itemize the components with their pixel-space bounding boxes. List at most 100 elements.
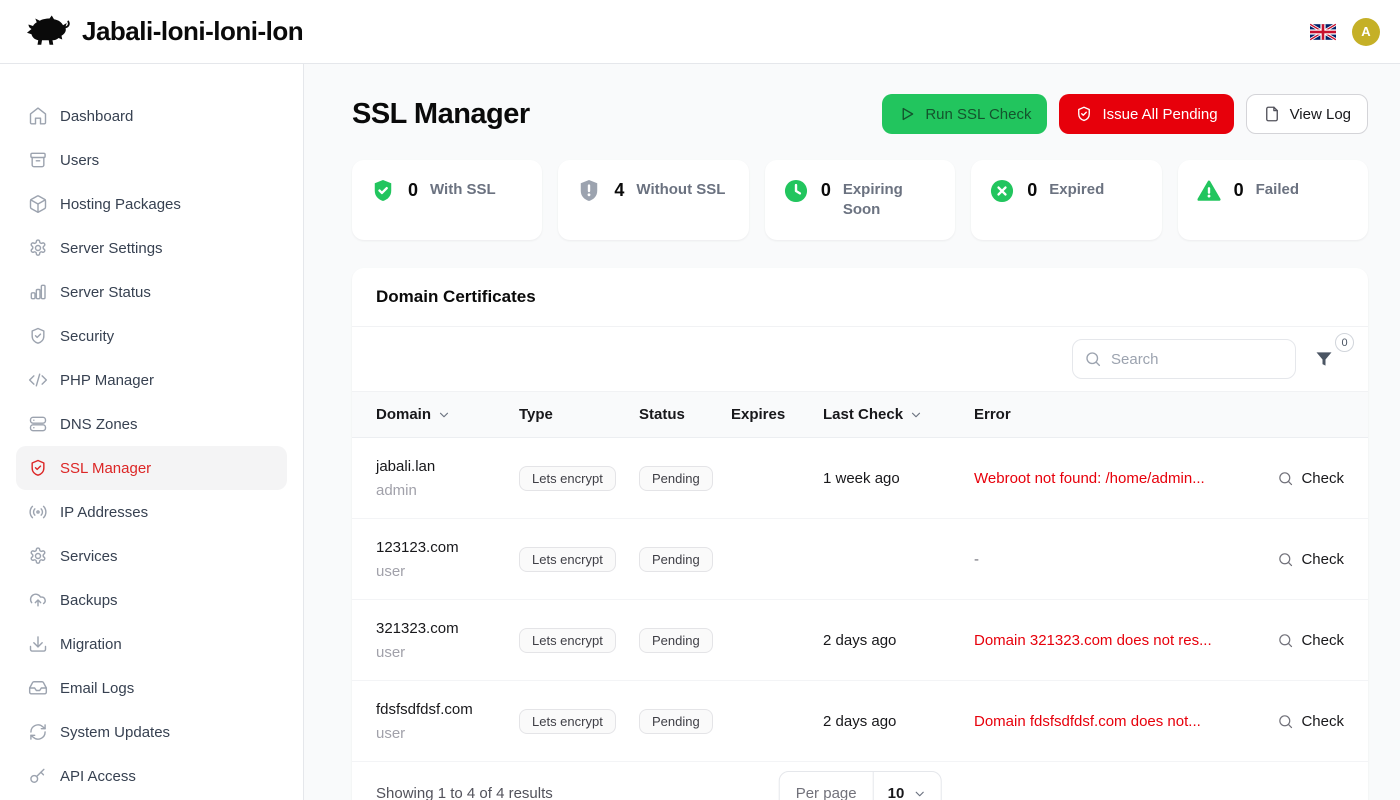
column-header-domain[interactable]: Domain xyxy=(376,406,519,423)
sidebar-item-label: Security xyxy=(60,328,114,345)
stat-card-expired: 0Expired xyxy=(971,160,1161,240)
sidebar-item-dns-zones[interactable]: DNS Zones xyxy=(16,402,287,446)
column-label: Status xyxy=(639,406,685,423)
last-check-cell: 2 days ago xyxy=(823,713,974,730)
stat-label: Expiring Soon xyxy=(843,180,937,219)
chevron-down-icon xyxy=(909,408,923,422)
shield-check-icon xyxy=(28,458,48,478)
search-icon xyxy=(1277,470,1294,487)
type-badge: Lets encrypt xyxy=(519,466,616,491)
search-icon xyxy=(1277,713,1294,730)
sidebar-item-label: Services xyxy=(60,548,118,565)
sidebar-item-api-access[interactable]: API Access xyxy=(16,754,287,798)
domain-user: user xyxy=(376,725,519,742)
check-button[interactable]: Check xyxy=(1232,551,1344,568)
funnel-icon xyxy=(1314,349,1334,369)
sidebar-item-ip-addresses[interactable]: IP Addresses xyxy=(16,490,287,534)
main-content: SSL Manager Run SSL Check Issue All Pend… xyxy=(304,64,1400,800)
package-icon xyxy=(28,194,48,214)
table-footer: Showing 1 to 4 of 4 results Per page 10 xyxy=(352,762,1368,800)
stat-cards: 0With SSL4Without SSL0Expiring Soon0Expi… xyxy=(352,160,1368,240)
code-icon xyxy=(28,370,48,390)
domain-user: user xyxy=(376,644,519,661)
warning-filled-icon xyxy=(1196,178,1222,204)
error-cell: Webroot not found: /home/admin... xyxy=(974,470,1232,487)
sidebar-item-backups[interactable]: Backups xyxy=(16,578,287,622)
user-avatar[interactable]: A xyxy=(1352,18,1380,46)
sidebar-item-email-logs[interactable]: Email Logs xyxy=(16,666,287,710)
issue-all-pending-label: Issue All Pending xyxy=(1102,106,1217,123)
domain-name: fdsfsdfdsf.com xyxy=(376,701,519,718)
app-title: Jabali-loni-loni-lon xyxy=(82,16,303,47)
search-icon xyxy=(1277,632,1294,649)
check-label: Check xyxy=(1301,713,1344,730)
sidebar-item-label: Migration xyxy=(60,636,122,653)
radio-icon xyxy=(28,502,48,522)
column-header-status: Status xyxy=(639,406,731,423)
sidebar-item-ssl-manager[interactable]: SSL Manager xyxy=(16,446,287,490)
shield-check-filled-icon xyxy=(370,178,396,204)
chevron-down-icon xyxy=(912,787,926,800)
per-page-select[interactable]: 10 xyxy=(874,772,941,800)
sidebar-item-label: SSL Manager xyxy=(60,460,151,477)
sidebar-item-label: Hosting Packages xyxy=(60,196,181,213)
error-cell: - xyxy=(974,551,1232,568)
chevron-down-icon xyxy=(437,408,451,422)
sidebar: DashboardUsers Hosting Packages Server Set… xyxy=(0,64,304,800)
inbox-icon xyxy=(28,678,48,698)
filter-button[interactable]: 0 xyxy=(1314,339,1344,379)
play-icon xyxy=(898,105,916,123)
status-badge: Pending xyxy=(639,628,713,653)
stat-card-failed: 0Failed xyxy=(1178,160,1368,240)
view-log-label: View Log xyxy=(1290,106,1351,123)
column-header-error: Error xyxy=(974,406,1232,423)
stat-value: 0 xyxy=(1027,180,1037,201)
column-header-type: Type xyxy=(519,406,639,423)
stat-label: Failed xyxy=(1256,180,1299,200)
sidebar-item-label: Server Status xyxy=(60,284,151,301)
sidebar-item-server-settings[interactable]: Server Settings xyxy=(16,226,287,270)
column-header-last-check[interactable]: Last Check xyxy=(823,406,974,423)
clock-filled-icon xyxy=(783,178,809,204)
column-header-expires: Expires xyxy=(731,406,823,423)
cog-icon xyxy=(28,546,48,566)
issue-all-pending-button[interactable]: Issue All Pending xyxy=(1059,94,1233,134)
column-label: Type xyxy=(519,406,553,423)
check-button[interactable]: Check xyxy=(1232,713,1344,730)
run-ssl-check-button[interactable]: Run SSL Check xyxy=(882,94,1047,134)
sidebar-item-security[interactable]: Security xyxy=(16,314,287,358)
status-badge: Pending xyxy=(639,547,713,572)
per-page-value: 10 xyxy=(888,785,905,800)
status-badge: Pending xyxy=(639,466,713,491)
sidebar-item-php-manager[interactable]: PHP Manager xyxy=(16,358,287,402)
results-summary: Showing 1 to 4 of 4 results xyxy=(376,785,553,800)
stat-value: 0 xyxy=(821,180,831,201)
sidebar-item-server-status[interactable]: Server Status xyxy=(16,270,287,314)
sidebar-item-users[interactable]: Users xyxy=(16,138,287,182)
sidebar-item-hosting-packages[interactable]: Hosting Packages xyxy=(16,182,287,226)
column-label: Error xyxy=(974,406,1011,423)
check-label: Check xyxy=(1301,632,1344,649)
sidebar-item-migration[interactable]: Migration xyxy=(16,622,287,666)
domain-cell: 321323.com user xyxy=(376,620,519,661)
download-icon xyxy=(28,634,48,654)
run-ssl-check-label: Run SSL Check xyxy=(925,106,1031,123)
refresh-icon xyxy=(28,722,48,742)
language-flag-icon[interactable] xyxy=(1310,23,1336,41)
brand[interactable]: Jabali-loni-loni-lon xyxy=(24,15,303,49)
sidebar-item-dashboard[interactable]: Dashboard xyxy=(16,94,287,138)
search-input[interactable] xyxy=(1072,339,1296,379)
sidebar-item-system-updates[interactable]: System Updates xyxy=(16,710,287,754)
stat-value: 0 xyxy=(408,180,418,201)
check-button[interactable]: Check xyxy=(1232,470,1344,487)
type-badge: Lets encrypt xyxy=(519,547,616,572)
check-button[interactable]: Check xyxy=(1232,632,1344,649)
stat-label: With SSL xyxy=(430,180,496,200)
column-label: Domain xyxy=(376,406,431,423)
boar-logo-icon xyxy=(24,15,72,49)
check-label: Check xyxy=(1301,551,1344,568)
domain-user: admin xyxy=(376,482,519,499)
table-body: jabali.lan admin Lets encrypt Pending 1 … xyxy=(352,438,1368,762)
view-log-button[interactable]: View Log xyxy=(1246,94,1368,134)
sidebar-item-services[interactable]: Services xyxy=(16,534,287,578)
